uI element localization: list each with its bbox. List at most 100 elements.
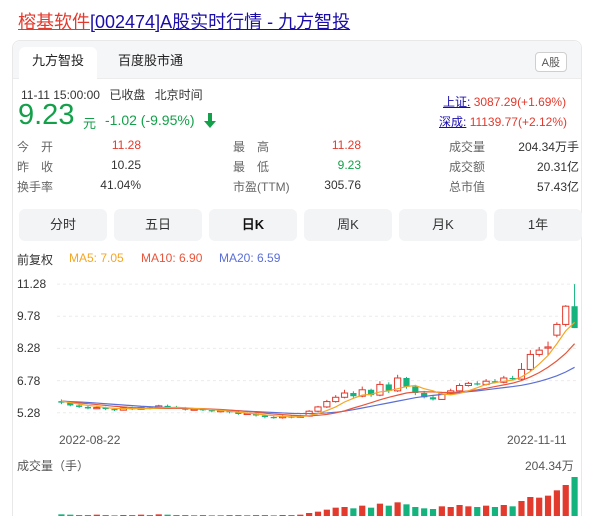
ma10-legend: MA10: 6.90 [141, 251, 203, 265]
volume-bar [332, 507, 339, 516]
y-tick-label: 8.28 [17, 341, 41, 356]
index-shenzhen-value: 11139.77(+2.12%) [469, 115, 567, 129]
stock-code[interactable]: [002474] [90, 12, 160, 32]
stat-2-1: 市盈(TTM) 305.76 [233, 178, 361, 194]
volume-bar [500, 505, 507, 516]
candle [562, 305, 570, 327]
stat-2-2: 总市值 57.43亿 [449, 178, 579, 194]
title-rest[interactable]: A股实时行情 - 九方智投 [160, 12, 350, 32]
y-tick-label: 6.78 [17, 373, 41, 388]
x-start-label: 2022-08-22 [59, 433, 121, 447]
stat-label: 最 低 [233, 160, 270, 174]
volume-bar [553, 490, 560, 516]
stat-label: 今 开 [17, 140, 54, 154]
index-shenzhen-name[interactable]: 深成: [439, 115, 466, 129]
candle [376, 381, 384, 397]
volume-bar [465, 506, 472, 516]
volume-bar [394, 502, 401, 516]
candle [314, 405, 322, 413]
stat-value: 20.31亿 [536, 160, 579, 174]
candle [323, 399, 331, 408]
volume-bar [562, 485, 569, 516]
stat-value: 305.76 [324, 178, 361, 192]
volume-bar [314, 511, 322, 516]
stock-name-link[interactable]: 榕基软件 [18, 12, 90, 32]
market-state: 已收盘 [109, 88, 146, 102]
volume-max-label: 204.34万 [525, 459, 574, 473]
volume-bar [571, 477, 578, 516]
volume-bar [527, 497, 534, 516]
volume-bar [509, 506, 516, 516]
volume-bar [438, 506, 445, 516]
index-shanghai-name[interactable]: 上证: [443, 95, 470, 109]
stat-1-1: 最 低 9.23 [233, 158, 361, 174]
period-button-0[interactable]: 分时 [19, 209, 107, 241]
stat-label: 市盈(TTM) [233, 180, 290, 194]
candle [367, 388, 375, 397]
y-tick-label: 11.28 [17, 277, 47, 292]
y-tick-label: 9.78 [17, 309, 41, 324]
volume-bar [376, 503, 384, 516]
volume-label: 成交量（手） [17, 459, 90, 473]
arrow-down-icon [204, 113, 216, 128]
volume-bar [350, 508, 357, 516]
candle [464, 381, 473, 387]
stat-value: 10.25 [110, 158, 141, 172]
period-button-4[interactable]: 月K [399, 209, 487, 241]
volume-bar [518, 501, 525, 516]
quote-card: 九方智投 百度股市通 A股 11-11 15:00:00 已收盘 北京时间 9.… [12, 40, 582, 516]
stat-label: 成交额 [449, 160, 486, 174]
index-shanghai[interactable]: 上证: 3087.29(+1.69%) [443, 93, 566, 110]
index-shanghai-value: 3087.29(+1.69%) [473, 95, 567, 109]
volume-bar [421, 508, 428, 516]
volume-bar [359, 505, 366, 516]
period-button-2[interactable]: 日K [209, 209, 297, 241]
period-button-1[interactable]: 五日 [114, 209, 202, 241]
stat-label: 总市值 [449, 180, 486, 194]
timezone: 北京时间 [154, 88, 203, 102]
volume-bar [429, 509, 437, 516]
stat-1-0: 昨 收 10.25 [17, 158, 141, 174]
candle [332, 395, 340, 403]
tab-baidu-stock[interactable]: 百度股市通 [105, 47, 196, 75]
stat-label: 成交量 [449, 140, 486, 154]
stat-value: 57.43亿 [536, 180, 579, 194]
stat-0-0: 今 开 11.28 [17, 138, 141, 154]
y-tick-label: 5.28 [17, 405, 41, 420]
ma5-legend: MA5: 7.05 [69, 251, 124, 265]
ma10-line [61, 343, 576, 417]
volume-bar [323, 509, 330, 516]
candlestick-chart[interactable] [57, 273, 579, 423]
volume-bar [536, 497, 543, 516]
stat-0-2: 成交量 204.34万手 [449, 138, 579, 154]
stat-label: 换手率 [17, 180, 54, 194]
stat-value: 41.04% [100, 178, 141, 192]
volume-bar [483, 505, 490, 516]
tab-jiufang[interactable]: 九方智投 [19, 47, 98, 79]
stat-value: 11.28 [331, 138, 361, 152]
stat-value: 11.28 [111, 138, 141, 152]
candle [500, 375, 508, 384]
volume-bar [385, 505, 392, 516]
stat-label: 昨 收 [17, 160, 54, 174]
volume-chart[interactable] [57, 475, 579, 516]
ma20-legend: MA20: 6.59 [219, 251, 281, 265]
period-button-5[interactable]: 1年 [494, 209, 582, 241]
index-shenzhen[interactable]: 深成: 11139.77(+2.12%) [439, 113, 567, 130]
volume-bar [447, 507, 454, 516]
adjust-label[interactable]: 前复权 [17, 251, 53, 268]
period-button-3[interactable]: 周K [304, 209, 392, 241]
volume-bar [456, 505, 463, 516]
stat-value: 9.23 [337, 158, 361, 172]
candle [571, 284, 578, 329]
candle [553, 322, 561, 338]
volume-bar [367, 507, 375, 516]
volume-bar [544, 495, 552, 516]
stat-2-0: 换手率 41.04% [17, 178, 141, 194]
volume-bar [491, 507, 499, 516]
volume-bar [341, 507, 348, 516]
source-tabbar: 九方智投 百度股市通 A股 [13, 41, 581, 79]
candle [526, 350, 534, 372]
page-title[interactable]: 榕基软件[002474]A股实时行情 - 九方智投 [18, 8, 350, 34]
stat-1-2: 成交额 20.31亿 [449, 158, 579, 174]
